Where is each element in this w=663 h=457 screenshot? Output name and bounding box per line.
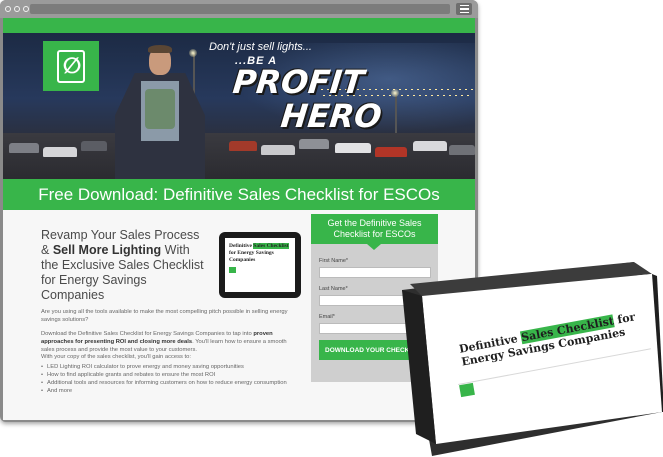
hero-image: ∅ Don't just sell lights... ...BE A PROF… [3,33,475,179]
last-name-label: Last Name* [319,286,348,292]
list-item: How to find applicable grants and rebate… [41,371,297,379]
headline-part-2: Sell More Lighting [52,243,162,257]
car [261,145,295,155]
download-paragraph-part-1: Download the Definitive Sales Checklist … [41,331,252,337]
address-bar[interactable] [30,4,450,14]
form-arrow-icon [367,244,381,250]
car [335,143,371,153]
benefits-list: LED Lighting ROI calculator to prove ene… [41,363,297,395]
tablet-title-part-1: Definitive [229,243,252,249]
car [81,141,107,151]
access-paragraph: With your copy of the sales checklist, y… [41,354,191,360]
window-controls [5,6,29,12]
money-icon [145,89,175,129]
browser-toolbar [0,0,478,18]
maximize-dot-icon[interactable] [23,6,29,12]
car [413,141,447,151]
download-paragraph: Download the Definitive Sales Checklist … [41,330,299,354]
car [9,143,39,153]
intro-paragraph: Are you using all the tools available to… [41,309,288,323]
book-title-part-2: for [616,310,637,327]
list-item: Additional tools and resources for infor… [41,379,297,387]
car [299,139,329,149]
composite-stage: ∅ Don't just sell lights... ...BE A PROF… [0,0,663,457]
parking-lot [3,133,475,179]
hero-tagline-1: Don't just sell lights... [209,41,312,53]
minimize-dot-icon[interactable] [14,6,20,12]
form-heading: Get the Definitive Sales Checklist for E… [311,214,438,244]
car [375,147,407,157]
page-title: Free Download: Definitive Sales Checklis… [3,179,475,210]
list-item: And more [41,387,297,395]
headline: Revamp Your Sales Process & Sell More Li… [41,228,206,303]
logo-icon: ∅ [56,49,86,83]
tablet-title-part-2: for Energy Savings Companies [229,250,274,263]
car [449,145,475,155]
hamburger-menu-icon[interactable] [456,3,472,15]
tablet-logo-icon [229,267,236,273]
car [229,141,257,151]
email-label: Email* [319,314,335,320]
hero-businessman [115,45,205,179]
hair [148,45,172,53]
hero-tagline-3: PROFIT [231,63,366,101]
book-cover-graphic [402,262,663,456]
close-dot-icon[interactable] [5,6,11,12]
hero-tagline-4: HERO [279,97,384,135]
lamp-light [391,89,399,97]
tablet-title-highlight: Sales Checklist [253,243,289,249]
car [43,147,77,157]
checklist-book [402,262,663,456]
brand-logo[interactable]: ∅ [43,41,99,91]
first-name-label: First Name* [319,258,349,264]
list-item: LED Lighting ROI calculator to prove ene… [41,363,297,371]
book-logo-icon [459,382,475,398]
tablet-screen: Definitive Sales Checklist for Energy Sa… [225,238,295,292]
top-green-bar [3,18,475,33]
tablet-preview: Definitive Sales Checklist for Energy Sa… [219,232,301,298]
